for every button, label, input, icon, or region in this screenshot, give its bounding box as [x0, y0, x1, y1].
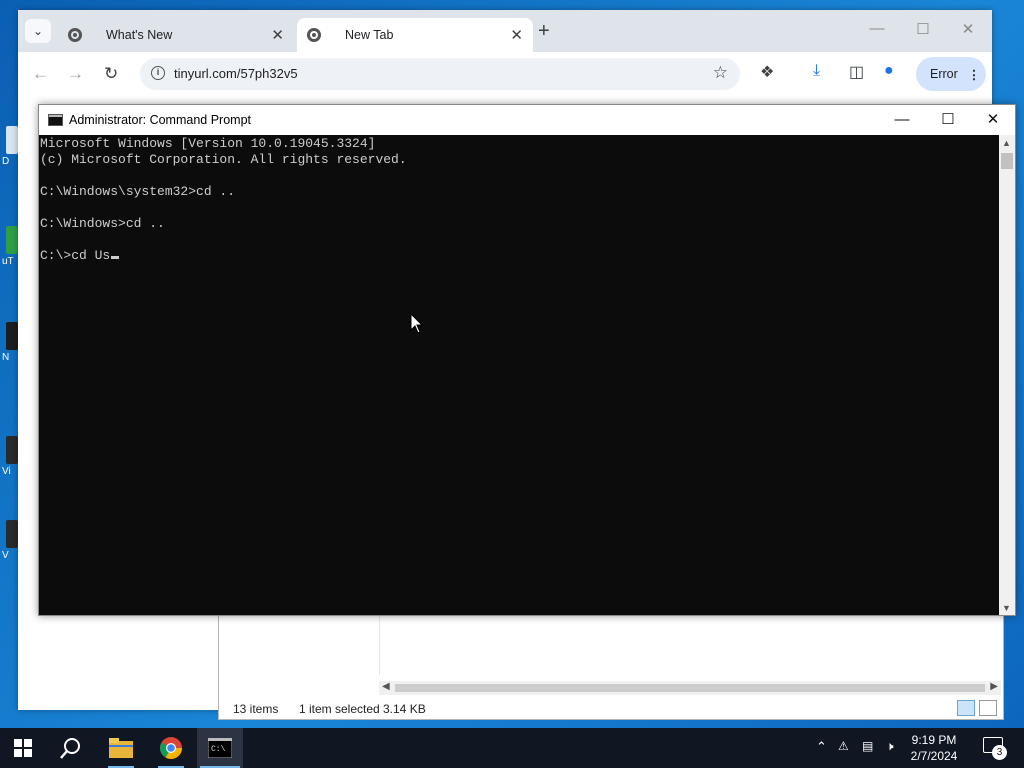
file-explorer-icon[interactable]: [98, 728, 144, 768]
download-icon[interactable]: ⤓: [813, 62, 820, 80]
network-icon[interactable]: ▤: [862, 739, 873, 753]
item-count: 13 items: [233, 702, 279, 716]
scroll-down-icon[interactable]: ▼: [1002, 603, 1011, 613]
vertical-scrollbar[interactable]: ▲ ▼: [999, 135, 1015, 615]
clock-time: 9:19 PM: [911, 733, 957, 747]
tab-new-tab[interactable]: New Tab ✕: [297, 18, 533, 52]
minimize-icon[interactable]: —: [879, 109, 925, 131]
scroll-left-icon[interactable]: ◀: [382, 681, 390, 692]
details-view-icon[interactable]: [957, 700, 975, 716]
clock[interactable]: 9:19 PM 2/7/2024: [904, 732, 964, 764]
notification-count-badge: 3: [992, 745, 1007, 760]
console-line: (c) Microsoft Corporation. All rights re…: [40, 152, 407, 167]
tab-strip: ⌄ What's New ✕ New Tab ✕ + — ☐ ✕: [18, 10, 992, 52]
close-icon[interactable]: ✕: [957, 20, 979, 38]
chevron-up-icon[interactable]: ⌃: [816, 739, 827, 755]
pane-divider: [379, 613, 380, 675]
maximize-icon[interactable]: ☐: [925, 109, 971, 131]
browser-toolbar: ← → ↻ i tinyurl.com/57ph32v5 ☆ ❖ ⤓ ◫ ● E…: [18, 52, 992, 96]
file-explorer-window: ◀ ▶ 13 items 1 item selected 3.14 KB: [218, 612, 1004, 720]
security-warning-icon[interactable]: ⚠: [838, 739, 849, 753]
tab-whats-new[interactable]: What's New ✕: [58, 18, 294, 52]
close-icon[interactable]: ✕: [970, 109, 1016, 131]
text-cursor: [111, 256, 120, 259]
chevron-down-icon[interactable]: ⌄: [25, 19, 51, 43]
scroll-up-icon[interactable]: ▲: [1002, 138, 1011, 148]
mouse-pointer-icon: [410, 313, 424, 334]
scroll-right-icon[interactable]: ▶: [990, 681, 998, 692]
profile-error-label: Error: [930, 67, 958, 81]
desktop-icon[interactable]: uT: [0, 226, 18, 267]
desktop-icon[interactable]: V: [0, 520, 18, 561]
console-line: C:\Windows>cd ..: [40, 216, 165, 231]
desktop-icon[interactable]: N: [0, 322, 18, 363]
volume-muted-icon[interactable]: 🕨: [886, 739, 894, 754]
close-tab-icon[interactable]: ✕: [271, 26, 284, 44]
selection-info: 1 item selected: [299, 702, 380, 716]
person-icon[interactable]: ●: [884, 62, 894, 80]
scrollbar-thumb[interactable]: [1001, 153, 1013, 169]
tab-label: What's New: [106, 28, 173, 42]
puzzle-icon[interactable]: ❖: [760, 62, 774, 82]
chrome-icon[interactable]: [148, 728, 194, 768]
console-line: Microsoft Windows [Version 10.0.19045.33…: [40, 136, 376, 151]
more-icon: ⋮: [967, 67, 980, 82]
minimize-icon[interactable]: —: [866, 20, 888, 37]
profile-error-button[interactable]: Error ⋮: [916, 57, 986, 91]
star-icon[interactable]: ☆: [713, 63, 728, 83]
address-bar[interactable]: i tinyurl.com/57ph32v5 ☆: [140, 58, 740, 90]
chrome-favicon-icon: [307, 28, 321, 42]
large-icons-view-icon[interactable]: [979, 700, 997, 716]
taskbar: C:\ ⌃ ⚠ ▤ 🕨 9:19 PM 2/7/2024 3: [0, 728, 1024, 768]
info-icon[interactable]: i: [151, 66, 165, 80]
status-bar: 13 items 1 item selected 3.14 KB: [219, 699, 1003, 719]
console-output[interactable]: Microsoft Windows [Version 10.0.19045.33…: [39, 135, 999, 615]
command-prompt-icon[interactable]: C:\: [197, 728, 243, 768]
command-prompt-icon: [48, 114, 63, 126]
close-tab-icon[interactable]: ✕: [510, 26, 523, 44]
start-icon[interactable]: [0, 728, 46, 768]
side-panel-icon[interactable]: ◫: [849, 62, 864, 82]
svg-text:C:\: C:\: [211, 745, 226, 754]
window-title: Administrator: Command Prompt: [69, 113, 252, 127]
maximize-icon[interactable]: ☐: [912, 20, 934, 38]
search-icon[interactable]: [48, 728, 94, 768]
desktop-icon[interactable]: D: [0, 126, 18, 167]
selection-size: 3.14 KB: [383, 702, 426, 716]
title-bar[interactable]: Administrator: Command Prompt — ☐ ✕: [39, 105, 1015, 135]
arrow-left-icon[interactable]: ←: [32, 64, 49, 84]
chrome-favicon-icon: [68, 28, 82, 42]
console-current-input: C:\>cd Us: [40, 248, 111, 263]
arrow-right-icon[interactable]: →: [67, 64, 84, 84]
horizontal-scrollbar[interactable]: ◀ ▶: [379, 681, 1001, 695]
console-input-line[interactable]: C:\>cd Us: [40, 248, 120, 264]
desktop-icon[interactable]: Vi: [0, 436, 18, 477]
url-text[interactable]: tinyurl.com/57ph32v5: [174, 66, 298, 81]
clock-date: 2/7/2024: [910, 749, 958, 763]
console-line: C:\Windows\system32>cd ..: [40, 184, 236, 199]
reload-icon[interactable]: ↻: [104, 64, 118, 84]
tab-label: New Tab: [345, 28, 394, 42]
scrollbar-thumb[interactable]: [395, 684, 985, 692]
plus-icon[interactable]: +: [538, 20, 550, 43]
command-prompt-window: Administrator: Command Prompt — ☐ ✕ Micr…: [38, 104, 1016, 616]
